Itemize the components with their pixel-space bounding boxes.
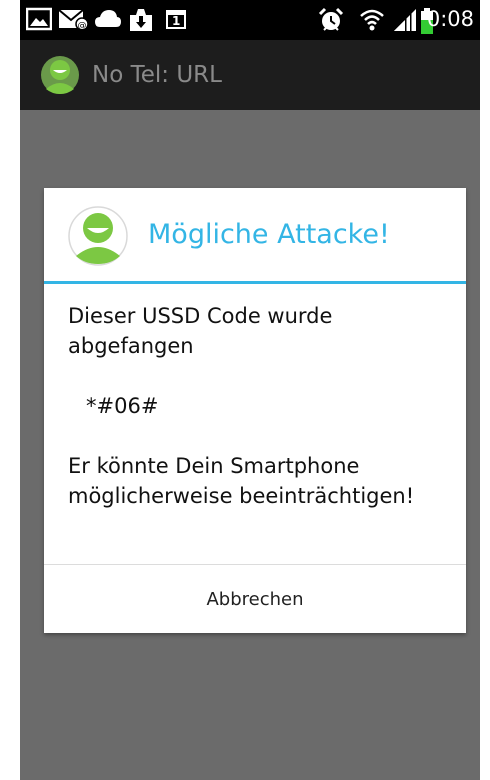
action-bar: No Tel: URL <box>20 40 480 110</box>
attack-alert-dialog: Mögliche Attacke! Dieser USSD Code wurde… <box>44 188 466 633</box>
wifi-icon <box>360 9 384 31</box>
alarm-icon <box>318 7 344 31</box>
svg-text:@: @ <box>78 21 87 31</box>
calendar-day-number: 1 <box>172 14 181 28</box>
download-icon <box>130 9 152 31</box>
dialog-header: Mögliche Attacke! <box>44 188 466 283</box>
dialog-message-intercepted: Dieser USSD Code wurde abgefangen <box>68 304 333 358</box>
status-bar: @ 1 0:08 <box>20 0 480 40</box>
missed-message-icon: @ <box>58 9 88 31</box>
ussd-code: *#06# <box>86 394 159 418</box>
app-logo-icon[interactable] <box>40 55 80 95</box>
app-logo-icon <box>68 206 128 266</box>
action-bar-title: No Tel: URL <box>92 62 222 88</box>
cloud-icon <box>95 10 121 27</box>
gallery-icon <box>26 7 52 31</box>
phone-screen: @ 1 0:08 No Tel: URL Mögliche Attacke! D… <box>20 0 480 780</box>
cancel-button[interactable]: Abbrechen <box>44 565 466 633</box>
status-time: 0:08 <box>426 7 474 31</box>
dialog-message: Dieser USSD Code wurde abgefangen *#06# … <box>68 301 448 511</box>
dialog-title: Mögliche Attacke! <box>148 219 390 250</box>
dialog-message-warning: Er könnte Dein Smartphone möglicherweise… <box>68 454 415 508</box>
dialog-title-divider <box>44 281 466 284</box>
signal-icon <box>394 9 416 31</box>
